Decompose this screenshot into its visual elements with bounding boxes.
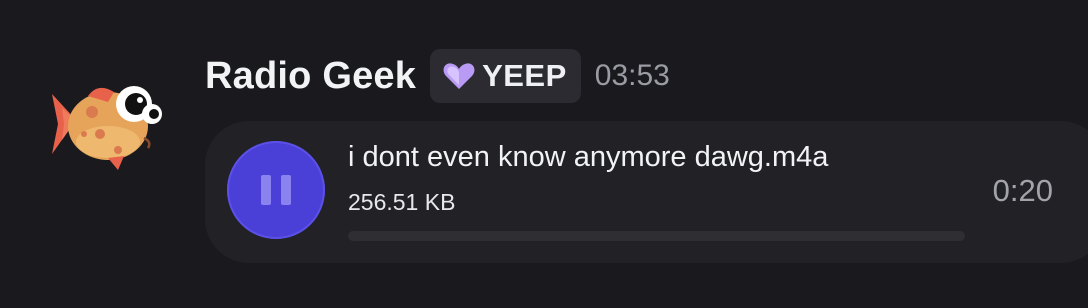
pause-button[interactable] bbox=[227, 141, 325, 239]
avatar[interactable] bbox=[48, 72, 168, 172]
audio-attachment: i dont even know anymore dawg.m4a 256.51… bbox=[205, 121, 1088, 263]
username[interactable]: Radio Geek bbox=[205, 55, 416, 98]
pause-icon bbox=[261, 175, 291, 205]
timestamp: 03:53 bbox=[594, 59, 670, 92]
message-header: Radio Geek YEEP 03:53 bbox=[205, 48, 670, 104]
role-tag-label: YEEP bbox=[482, 58, 567, 93]
audio-progress-bar[interactable] bbox=[348, 231, 965, 241]
message-container: Radio Geek YEEP 03:53 i dont even know a… bbox=[0, 0, 1088, 308]
purple-heart-icon bbox=[443, 63, 475, 89]
fish-avatar-icon bbox=[52, 86, 162, 170]
duration: 0:20 bbox=[992, 173, 1053, 208]
file-size: 256.51 KB bbox=[348, 189, 456, 215]
file-name[interactable]: i dont even know anymore dawg.m4a bbox=[348, 141, 828, 174]
role-tag[interactable]: YEEP bbox=[430, 49, 581, 103]
